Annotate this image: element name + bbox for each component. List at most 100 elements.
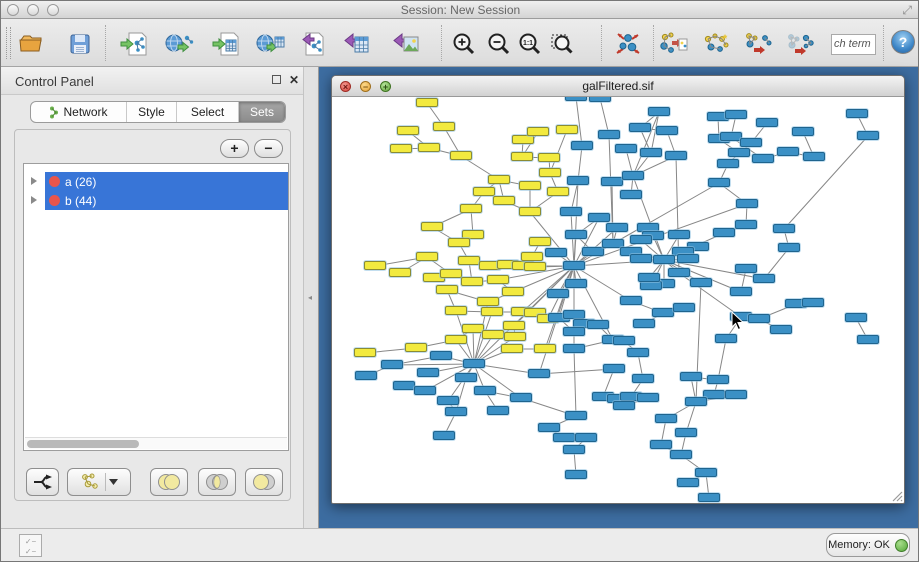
graph-node[interactable] (563, 310, 585, 319)
graph-node[interactable] (521, 252, 543, 261)
graph-node[interactable] (601, 177, 623, 186)
resize-grip-icon[interactable] (890, 489, 903, 502)
split-sets-button[interactable] (26, 468, 59, 496)
apply-layout-icon[interactable] (613, 29, 643, 59)
graph-node[interactable] (640, 281, 662, 290)
graph-node[interactable] (473, 187, 495, 196)
export-table-icon[interactable] (341, 29, 371, 59)
graph-node[interactable] (770, 325, 792, 334)
graph-node[interactable] (417, 368, 439, 377)
graph-node[interactable] (389, 268, 411, 277)
graph-node[interactable] (629, 123, 651, 132)
graph-node[interactable] (416, 252, 438, 261)
close-panel-icon[interactable]: ✕ (289, 73, 299, 87)
graph-node[interactable] (707, 375, 729, 384)
graph-node[interactable] (603, 364, 625, 373)
tab-style[interactable]: Style (127, 102, 177, 122)
graph-node[interactable] (461, 277, 483, 286)
search-input[interactable]: ch term (831, 34, 876, 55)
create-set-from-network-button[interactable] (67, 468, 131, 496)
graph-node[interactable] (653, 255, 675, 264)
graph-node[interactable] (627, 348, 649, 357)
graph-node[interactable] (565, 97, 587, 101)
export-network-icon[interactable] (296, 29, 326, 59)
save-session-icon[interactable] (65, 29, 95, 59)
graph-node[interactable] (777, 147, 799, 156)
graph-node[interactable] (487, 275, 509, 284)
graph-node[interactable] (695, 468, 717, 477)
graph-node[interactable] (650, 440, 672, 449)
graph-node[interactable] (440, 269, 462, 278)
graph-node[interactable] (685, 397, 707, 406)
graph-node[interactable] (656, 126, 678, 135)
graph-node[interactable] (680, 372, 702, 381)
graph-node[interactable] (630, 254, 652, 263)
graph-node[interactable] (845, 313, 867, 322)
graph-node[interactable] (445, 335, 467, 344)
graph-node[interactable] (677, 254, 699, 263)
graph-node[interactable] (565, 230, 587, 239)
graph-node[interactable] (720, 132, 742, 141)
graph-node[interactable] (778, 243, 800, 252)
graph-node[interactable] (708, 178, 730, 187)
graph-node[interactable] (529, 237, 551, 246)
graph-node[interactable] (545, 248, 567, 257)
graph-node[interactable] (511, 152, 533, 161)
select-first-neighbors-icon[interactable] (701, 29, 731, 59)
graph-node[interactable] (740, 138, 762, 147)
graph-node[interactable] (563, 327, 585, 336)
graph-node[interactable] (802, 298, 824, 307)
graph-node[interactable] (462, 324, 484, 333)
graph-node[interactable] (857, 335, 879, 344)
graph-node[interactable] (638, 273, 660, 282)
task-history-icon[interactable]: ✓−✓− (19, 534, 42, 557)
graph-node[interactable] (773, 224, 795, 233)
graph-node[interactable] (587, 320, 609, 329)
toolbar-drag-handle[interactable] (6, 27, 11, 59)
zoom-in-icon[interactable] (449, 29, 479, 59)
import-network-file-icon[interactable] (119, 29, 149, 59)
graph-node[interactable] (448, 238, 470, 247)
union-button[interactable] (150, 468, 188, 496)
graph-node[interactable] (803, 152, 825, 161)
zoom-fit-icon[interactable]: 1:1 (515, 29, 545, 59)
zoom-out-icon[interactable] (484, 29, 514, 59)
graph-node[interactable] (630, 235, 652, 244)
graph-node[interactable] (753, 274, 775, 283)
graph-node[interactable] (538, 153, 560, 162)
graph-node[interactable] (433, 431, 455, 440)
tab-network[interactable]: Network (31, 102, 127, 122)
import-network-web-icon[interactable] (164, 29, 194, 59)
graph-node[interactable] (735, 264, 757, 273)
expand-arrow-icon[interactable] (31, 177, 37, 185)
graph-node[interactable] (690, 278, 712, 287)
graph-node[interactable] (670, 450, 692, 459)
graph-node[interactable] (637, 393, 659, 402)
graph-node[interactable] (648, 107, 670, 116)
graph-node[interactable] (414, 386, 436, 395)
graph-node[interactable] (752, 154, 774, 163)
network-window-titlebar[interactable]: × − + galFiltered.sif (332, 76, 904, 97)
graph-node[interactable] (857, 131, 879, 140)
graph-node[interactable] (354, 348, 376, 357)
graph-node[interactable] (655, 414, 677, 423)
graph-node[interactable] (725, 110, 747, 119)
graph-node[interactable] (640, 148, 662, 157)
graph-node[interactable] (482, 330, 504, 339)
graph-node[interactable] (698, 493, 720, 502)
panel-splitter[interactable]: ◂ (303, 67, 319, 528)
graph-node[interactable] (503, 321, 525, 330)
hide-selected-icon[interactable] (743, 29, 773, 59)
expand-arrow-icon[interactable] (31, 196, 37, 204)
window-titlebar[interactable]: Session: New Session ⤢ (1, 1, 919, 19)
graph-node[interactable] (547, 187, 569, 196)
graph-node[interactable] (620, 190, 642, 199)
graph-node[interactable] (463, 359, 485, 368)
graph-node[interactable] (735, 220, 757, 229)
graph-node[interactable] (582, 247, 604, 256)
graph-node[interactable] (589, 97, 611, 102)
network-canvas[interactable] (332, 97, 904, 503)
graph-node[interactable] (502, 287, 524, 296)
graph-node[interactable] (430, 351, 452, 360)
graph-node[interactable] (501, 344, 523, 353)
